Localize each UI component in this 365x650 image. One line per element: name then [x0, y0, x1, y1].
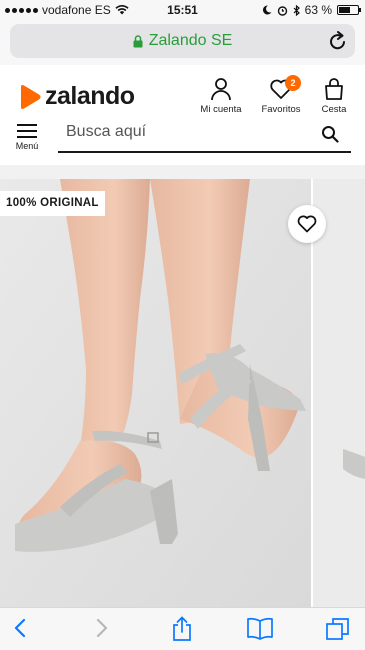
moon-icon — [262, 5, 272, 15]
menu-label: Menú — [15, 141, 39, 151]
favorites-label: Favoritos — [261, 104, 301, 115]
zalando-logo[interactable]: zalando — [18, 82, 135, 111]
cart-button[interactable]: Cesta — [303, 77, 365, 115]
cart-label: Cesta — [321, 104, 347, 115]
section-divider — [0, 165, 365, 179]
back-icon[interactable] — [12, 616, 28, 640]
address-bar[interactable]: Zalando SE — [10, 24, 355, 58]
person-icon — [211, 78, 231, 101]
alarm-icon — [277, 5, 287, 16]
battery-percentage: 63 % — [304, 3, 332, 17]
sandal-illustration — [0, 179, 311, 607]
heart-icon — [297, 215, 317, 233]
logo-text: zalando — [45, 82, 135, 110]
original-badge: 100% ORIGINAL — [0, 191, 105, 216]
bag-icon — [325, 78, 343, 100]
forward-icon[interactable] — [94, 616, 110, 640]
reload-icon[interactable] — [329, 31, 347, 51]
sandal-preview-illustration — [313, 179, 365, 607]
account-label: Mi cuenta — [200, 104, 242, 115]
bluetooth-icon — [293, 4, 300, 16]
next-product-image[interactable] — [313, 179, 365, 607]
tabs-icon[interactable] — [325, 616, 351, 642]
add-to-wishlist-button[interactable] — [288, 205, 326, 243]
browser-chrome: Zalando SE — [0, 20, 365, 65]
share-icon[interactable] — [171, 616, 193, 642]
bookmarks-icon[interactable] — [246, 616, 274, 640]
site-header: zalando Mi cuenta 2 Favoritos Cesta Menú — [0, 65, 365, 165]
battery-icon — [337, 5, 361, 15]
search-icon[interactable] — [321, 125, 339, 143]
search-bar — [58, 117, 351, 153]
account-button[interactable]: Mi cuenta — [190, 77, 252, 115]
page-domain: Zalando SE — [148, 32, 233, 49]
browser-toolbar — [0, 607, 365, 650]
favorites-count-badge: 2 — [285, 75, 301, 91]
search-input[interactable] — [58, 117, 306, 147]
lock-icon — [133, 34, 143, 47]
battery-level — [339, 7, 350, 13]
status-bar: vodafone ES 15:51 63 % — [0, 0, 365, 20]
zalando-flag-icon — [21, 84, 41, 109]
product-image[interactable] — [0, 179, 311, 607]
hamburger-icon — [17, 124, 37, 138]
menu-button[interactable]: Menú — [12, 123, 42, 151]
